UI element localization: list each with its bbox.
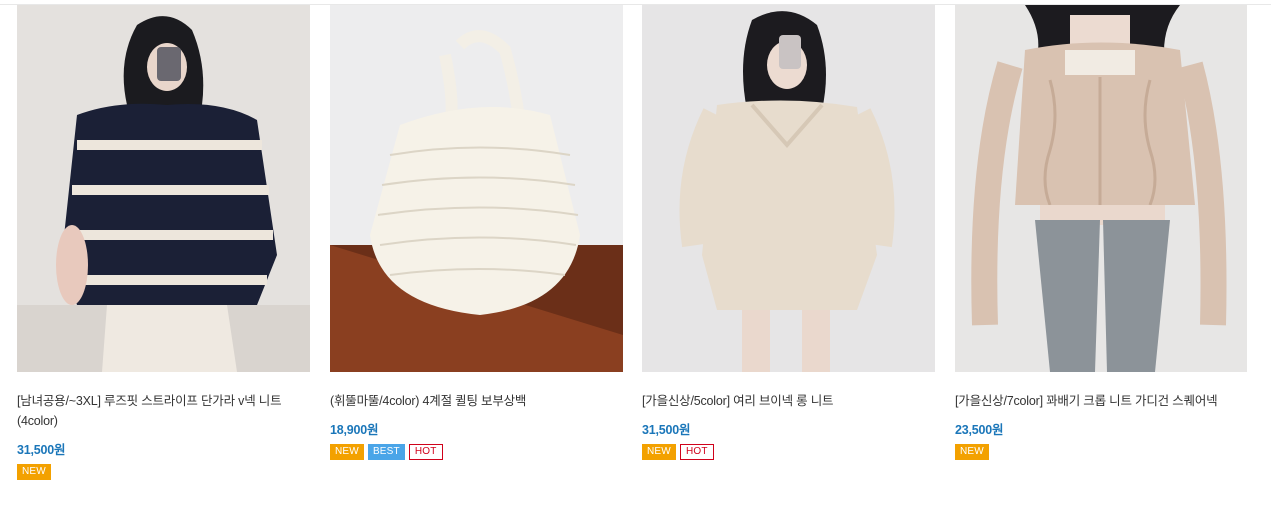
hot-badge: HOT	[679, 444, 714, 460]
new-badge: NEW	[17, 464, 51, 480]
quilted-bag-photo	[330, 5, 623, 372]
product-card: [가을신상/7color] 꽈배기 크롭 니트 가디건 스퀘어넥 23,500원…	[955, 5, 1248, 460]
hot-badge: HOT	[408, 444, 443, 460]
product-price: 18,900원	[330, 423, 379, 437]
product-card: (휘뚤마뚤/4color) 4계절 퀼팅 보부상백 18,900원 NEW BE…	[330, 5, 623, 460]
product-price: 31,500원	[17, 443, 66, 457]
new-badge: NEW	[330, 444, 364, 460]
badge-list: NEW	[17, 464, 310, 480]
striped-knit-photo	[17, 5, 310, 372]
product-name[interactable]: [가을신상/5color] 여리 브이넥 롱 니트	[642, 391, 927, 411]
product-name[interactable]: (휘뚤마뚤/4color) 4계절 퀼팅 보부상백	[330, 391, 615, 411]
badge-list: NEW	[955, 444, 1248, 460]
product-image[interactable]	[642, 5, 935, 372]
product-image[interactable]	[17, 5, 310, 372]
best-badge: BEST	[367, 444, 405, 460]
vneck-knit-photo	[642, 5, 935, 372]
product-name[interactable]: [가을신상/7color] 꽈배기 크롭 니트 가디건 스퀘어넥	[955, 391, 1240, 411]
product-card: [가을신상/5color] 여리 브이넥 롱 니트 31,500원 NEW HO…	[642, 5, 935, 460]
cable-cardigan-photo	[955, 5, 1247, 372]
product-price: 23,500원	[955, 423, 1004, 437]
badge-list: NEW HOT	[642, 444, 935, 460]
new-badge: NEW	[955, 444, 989, 460]
product-image[interactable]	[330, 5, 623, 372]
product-card: [남녀공용/~3XL] 루즈핏 스트라이프 단가라 v넥 니트 (4color)…	[17, 5, 310, 480]
badge-list: NEW BEST HOT	[330, 444, 623, 460]
product-image[interactable]	[955, 5, 1248, 372]
product-grid: [남녀공용/~3XL] 루즈핏 스트라이프 단가라 v넥 니트 (4color)…	[0, 0, 1271, 511]
product-name[interactable]: [남녀공용/~3XL] 루즈핏 스트라이프 단가라 v넥 니트 (4color)	[17, 391, 302, 431]
new-badge: NEW	[642, 444, 676, 460]
product-price: 31,500원	[642, 423, 691, 437]
